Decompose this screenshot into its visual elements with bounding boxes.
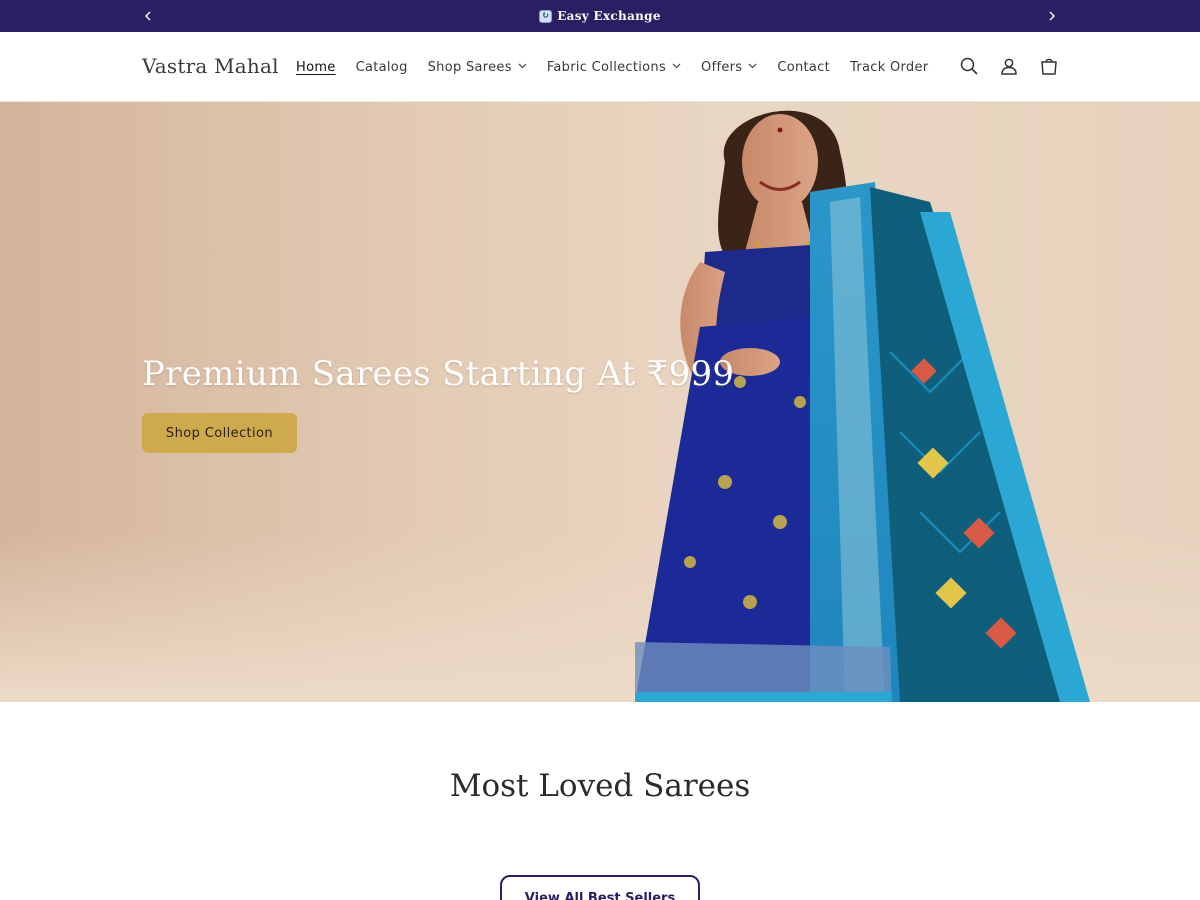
main-nav: Home Catalog Shop Sarees Fabric Collecti… [296,32,948,102]
chevron-down-icon [748,62,757,72]
search-icon[interactable] [956,53,982,79]
nav-label: Track Order [850,59,929,75]
hero-title: Premium Sarees Starting At ₹999 [142,354,735,394]
chevron-right-icon[interactable] [1036,0,1068,32]
hero-banner: Premium Sarees Starting At ₹999 Shop Col… [0,102,1200,702]
cart-icon[interactable] [1036,53,1062,79]
nav-item-contact[interactable]: Contact [777,60,830,75]
nav-label: Contact [777,59,831,75]
view-all-best-sellers-button[interactable]: View All Best Sellers [500,875,700,900]
nav-label: Home [296,59,336,75]
nav-label: Catalog [355,59,408,75]
announcement-message: ↻ Easy Exchange [539,9,661,23]
account-icon[interactable] [996,53,1022,79]
shop-collection-button[interactable]: Shop Collection [142,413,297,453]
announcement-bar: ↻ Easy Exchange [0,0,1200,32]
section-title: Most Loved Sarees [449,768,751,804]
nav-item-home[interactable]: Home [296,60,336,75]
chevron-down-icon [518,62,527,72]
header-actions [956,53,1062,79]
site-header: Vastra Mahal Home Catalog Shop Sarees Fa… [0,32,1200,102]
site-logo[interactable]: Vastra Mahal [142,54,279,78]
exchange-icon: ↻ [539,9,553,23]
chevron-left-icon[interactable] [132,0,164,32]
nav-label: Fabric Collections [546,59,667,75]
nav-label: Shop Sarees [427,59,512,75]
hero-model-image [635,110,1090,702]
nav-item-offers[interactable]: Offers [701,60,757,75]
chevron-down-icon [672,62,681,72]
announcement-text: Easy Exchange [557,9,661,23]
nav-item-shop-sarees[interactable]: Shop Sarees [428,60,527,75]
nav-label: Offers [701,59,743,75]
nav-item-track-order[interactable]: Track Order [850,60,928,75]
nav-item-catalog[interactable]: Catalog [356,60,408,75]
nav-item-fabric-collections[interactable]: Fabric Collections [547,60,681,75]
